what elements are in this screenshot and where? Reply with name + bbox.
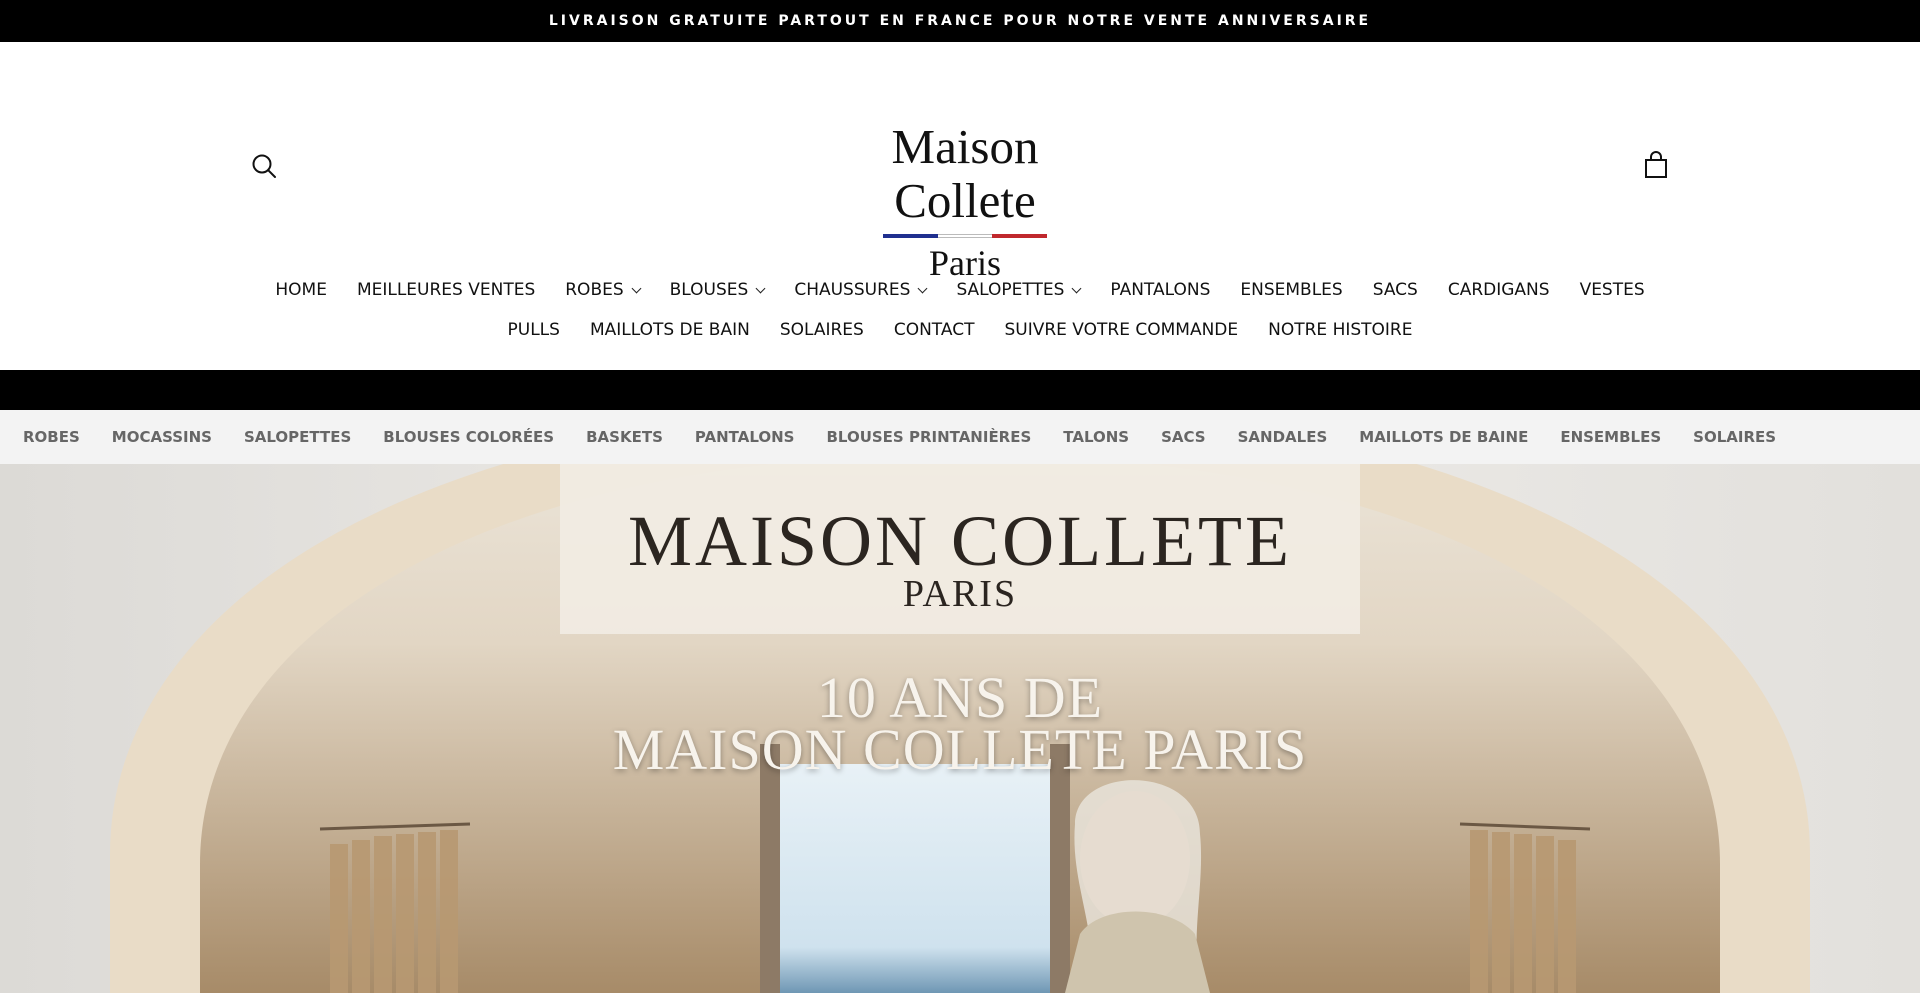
category-link-solaires[interactable]: SOLAIRES xyxy=(1693,428,1776,446)
category-link-salopettes[interactable]: SALOPETTES xyxy=(244,428,351,446)
nav-item-label: MEILLEURES VENTES xyxy=(356,280,536,300)
nav-item-salopettes[interactable]: SALOPETTES xyxy=(941,280,1095,300)
logo-name: Maison Collete xyxy=(891,119,1039,228)
nav-item-vestes[interactable]: VESTES xyxy=(1565,280,1660,300)
nav-item-label: SALOPETTES xyxy=(956,280,1065,300)
hero-headline-line2: MAISON COLLETE PARIS xyxy=(612,717,1308,782)
nav-item-ensembles[interactable]: ENSEMBLES xyxy=(1225,280,1357,300)
nav-item-chaussures[interactable]: CHAUSSURES xyxy=(779,280,941,300)
chevron-down-icon xyxy=(755,283,766,293)
nav-item-label: CARDIGANS xyxy=(1447,280,1550,300)
nav-item-maillots-de-bain[interactable]: MAILLOTS DE BAIN xyxy=(575,320,765,340)
category-link-sandales[interactable]: SANDALES xyxy=(1238,428,1328,446)
category-link-mocassins[interactable]: MOCASSINS xyxy=(112,428,212,446)
nav-row-secondary: PULLS MAILLOTS DE BAIN SOLAIRES CONTACT SUIV… xyxy=(0,318,1920,342)
nav-item-label: MAILLOTS DE BAIN xyxy=(589,320,750,340)
nav-item-label: SUIVRE VOTRE COMMANDE xyxy=(1004,320,1239,340)
category-link-robes[interactable]: ROBES xyxy=(23,428,80,446)
nav-item-label: CHAUSSURES xyxy=(794,280,911,300)
search-button[interactable] xyxy=(250,152,278,180)
nav-item-label: NOTRE HISTOIRE xyxy=(1268,320,1413,340)
hero-brand-sign: MAISON COLLETE xyxy=(628,501,1292,581)
category-link-talons[interactable]: TALONS xyxy=(1063,428,1129,446)
nav-item-label: PULLS xyxy=(507,320,560,340)
nav-item-pantalons[interactable]: PANTALONS xyxy=(1095,280,1225,300)
cart-button[interactable] xyxy=(1642,150,1670,180)
category-link-baskets[interactable]: BASKETS xyxy=(586,428,663,446)
nav-item-notre-histoire[interactable]: NOTRE HISTOIRE xyxy=(1253,320,1427,340)
announcement-text: LIVRAISON GRATUITE PARTOUT EN FRANCE POU… xyxy=(548,13,1372,29)
nav-item-label: PANTALONS xyxy=(1110,280,1211,300)
category-bar: ROBES MOCASSINS SALOPETTES BLOUSES COLORÉES… xyxy=(0,410,1920,464)
chevron-down-icon xyxy=(917,283,928,293)
nav-item-sacs[interactable]: SACS xyxy=(1358,280,1433,300)
search-icon xyxy=(252,154,276,178)
nav-item-pulls[interactable]: PULLS xyxy=(493,320,575,340)
nav-item-blouses[interactable]: BLOUSES xyxy=(655,280,780,300)
nav-item-label: SACS xyxy=(1372,280,1418,300)
chevron-down-icon xyxy=(631,283,642,293)
divider-band xyxy=(0,370,1920,410)
nav-item-label: BLOUSES xyxy=(669,280,749,300)
nav-item-label: ROBES xyxy=(565,280,624,300)
chevron-down-icon xyxy=(1071,283,1082,293)
category-link-ensembles[interactable]: ENSEMBLES xyxy=(1560,428,1661,446)
nav-item-solaires[interactable]: SOLAIRES xyxy=(765,320,879,340)
nav-item-cardigans[interactable]: CARDIGANS xyxy=(1433,280,1565,300)
announcement-bar: LIVRAISON GRATUITE PARTOUT EN FRANCE POU… xyxy=(0,0,1920,42)
main-navigation: HOME MEILLEURES VENTES ROBES BLOUSES CHAUSSU… xyxy=(0,216,1920,370)
nav-row-primary: HOME MEILLEURES VENTES ROBES BLOUSES CHAUSSU… xyxy=(0,278,1920,302)
nav-item-robes[interactable]: ROBES xyxy=(550,280,654,300)
category-link-blouses-colorees[interactable]: BLOUSES COLORÉES xyxy=(383,428,554,446)
nav-item-label: CONTACT xyxy=(893,320,975,340)
hero-city-sign: PARIS xyxy=(902,573,1018,615)
nav-item-label: ENSEMBLES xyxy=(1240,280,1343,300)
nav-item-suivre-votre-commande[interactable]: SUIVRE VOTRE COMMANDE xyxy=(989,320,1253,340)
nav-item-label: SOLAIRES xyxy=(779,320,864,340)
nav-item-label: HOME xyxy=(275,280,327,300)
nav-item-contact[interactable]: CONTACT xyxy=(879,320,990,340)
nav-item-meilleures-ventes[interactable]: MEILLEURES VENTES xyxy=(342,280,550,300)
nav-item-label: VESTES xyxy=(1579,280,1645,300)
category-link-maillots-de-baine[interactable]: MAILLOTS DE BAINE xyxy=(1359,428,1528,446)
category-link-sacs[interactable]: SACS xyxy=(1161,428,1206,446)
hero-banner[interactable]: MAISON COLLETE PARIS 10 ANS DE MAISON CO… xyxy=(0,464,1920,993)
nav-item-home[interactable]: HOME xyxy=(260,280,342,300)
category-link-pantalons[interactable]: PANTALONS xyxy=(695,428,795,446)
category-link-blouses-printanieres[interactable]: BLOUSES PRINTANIÈRES xyxy=(826,428,1031,446)
shopping-bag-icon xyxy=(1645,151,1667,178)
